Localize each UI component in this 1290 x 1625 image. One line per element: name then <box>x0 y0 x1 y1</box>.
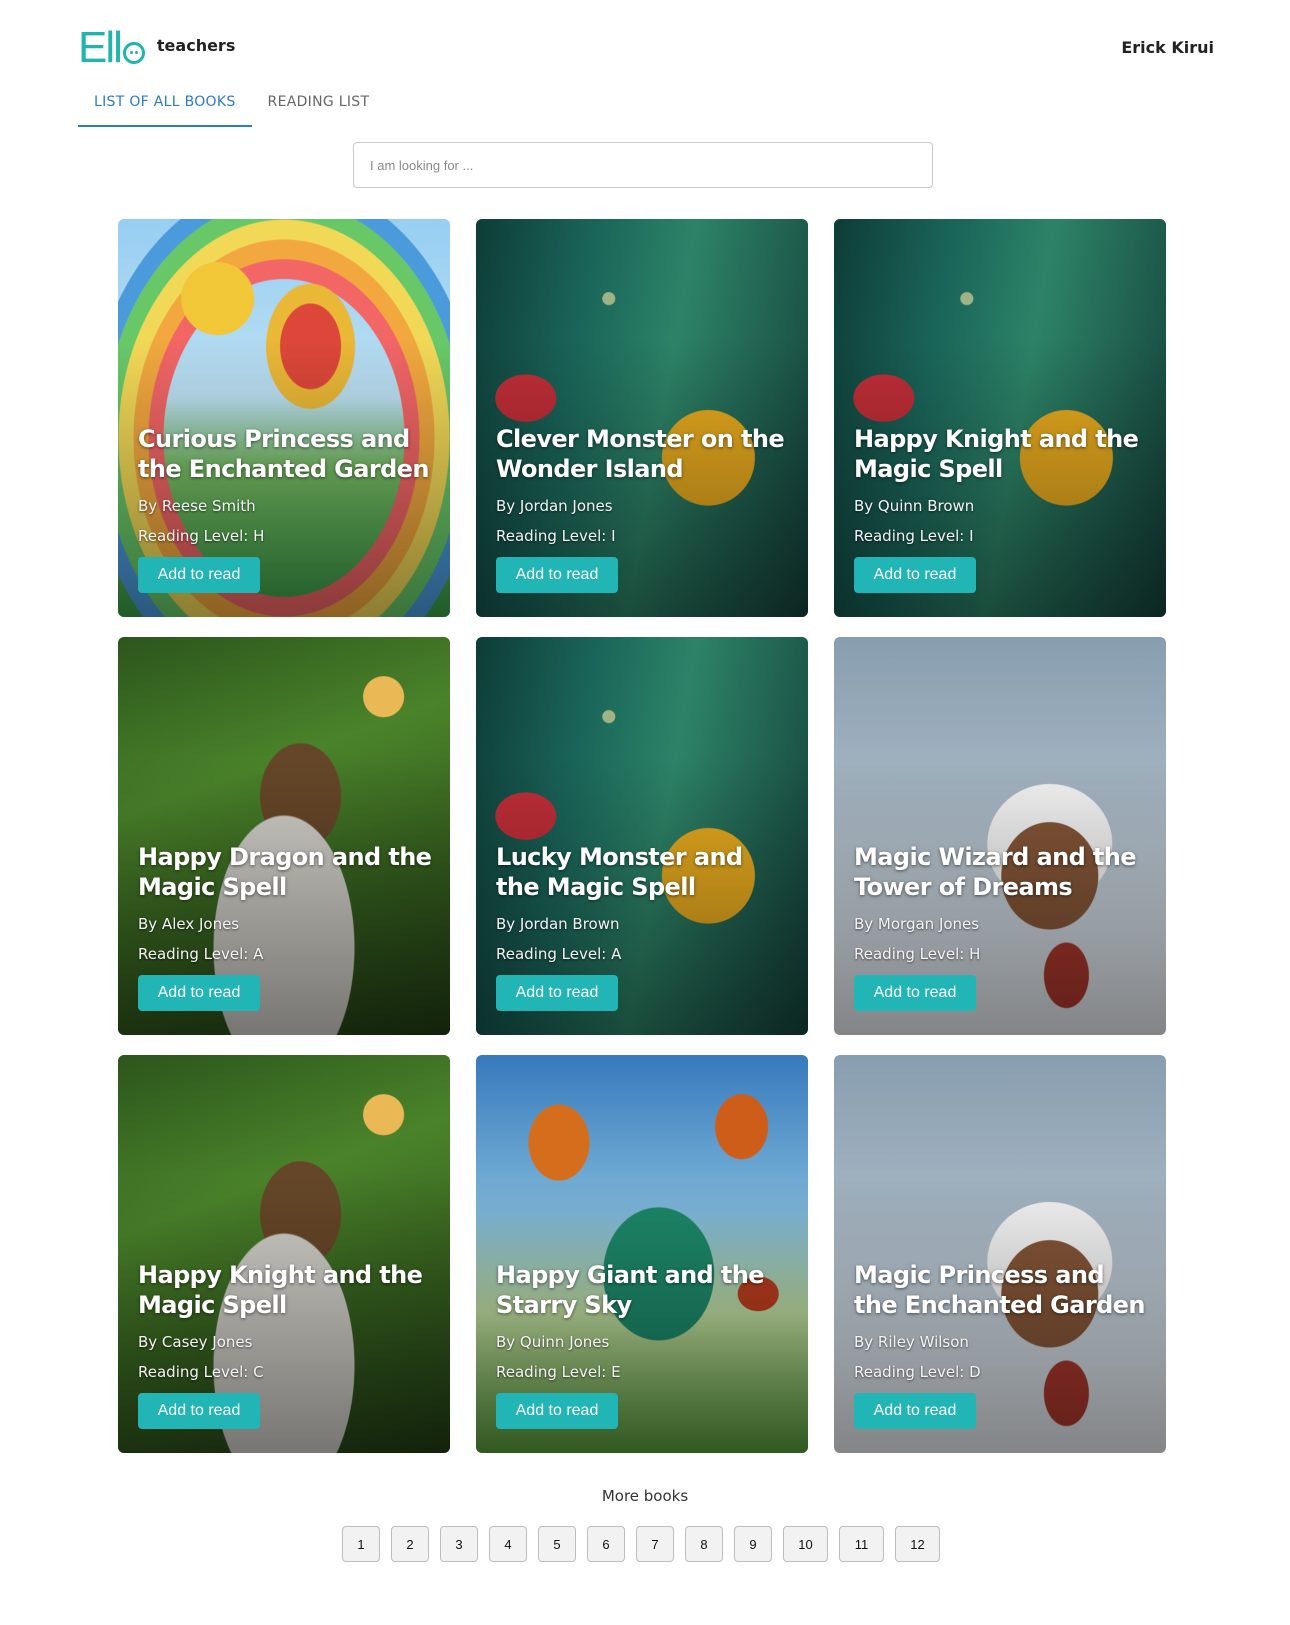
add-to-read-button[interactable]: Add to read <box>854 557 976 593</box>
add-to-read-button[interactable]: Add to read <box>496 557 618 593</box>
add-to-read-button[interactable]: Add to read <box>854 1393 976 1429</box>
page-button[interactable]: 6 <box>587 1526 625 1562</box>
book-card-content: Magic Princess and the Enchanted Garden B… <box>854 1260 1150 1429</box>
book-card-content: Happy Knight and the Magic Spell By Quinn… <box>854 424 1150 593</box>
add-to-read-button[interactable]: Add to read <box>138 557 260 593</box>
book-card-content: Happy Dragon and the Magic Spell By Alex … <box>138 842 434 1011</box>
logo-mark: Ell <box>78 24 145 72</box>
book-card-content: Happy Knight and the Magic Spell By Casey… <box>138 1260 434 1429</box>
add-to-read-button[interactable]: Add to read <box>854 975 976 1011</box>
logo-mark-text: Ell <box>78 23 123 72</box>
smiley-icon <box>122 42 145 64</box>
add-to-read-button[interactable]: Add to read <box>496 975 618 1011</box>
book-reading-level: Reading Level: I <box>854 527 974 545</box>
book-card-content: Lucky Monster and the Magic Spell By Jord… <box>496 842 792 1011</box>
user-name[interactable]: Erick Kirui <box>1121 38 1214 57</box>
book-card[interactable]: Happy Giant and the Starry Sky By Quinn J… <box>476 1055 808 1453</box>
book-title: Happy Giant and the Starry Sky <box>496 1261 765 1319</box>
add-to-read-button[interactable]: Add to read <box>138 975 260 1011</box>
page-button[interactable]: 11 <box>839 1526 884 1562</box>
app-header: Ell teachers Erick Kirui <box>78 24 1214 72</box>
book-card-content: Magic Wizard and the Tower of Dreams By M… <box>854 842 1150 1011</box>
page-button[interactable]: 1 <box>342 1526 380 1562</box>
book-author: By Reese Smith <box>138 497 256 515</box>
book-card[interactable]: Happy Dragon and the Magic Spell By Alex … <box>118 637 450 1035</box>
book-author: By Riley Wilson <box>854 1333 969 1351</box>
book-card[interactable]: Happy Knight and the Magic Spell By Quinn… <box>834 219 1166 617</box>
book-reading-level: Reading Level: E <box>496 1363 621 1381</box>
logo-text: teachers <box>156 35 236 55</box>
add-to-read-button[interactable]: Add to read <box>496 1393 618 1429</box>
book-title: Magic Wizard and the Tower of Dreams <box>854 843 1137 901</box>
book-title: Clever Monster on the Wonder Island <box>496 425 785 483</box>
page-button[interactable]: 5 <box>538 1526 576 1562</box>
book-reading-level: Reading Level: A <box>138 945 264 963</box>
book-card[interactable]: Magic Princess and the Enchanted Garden B… <box>834 1055 1166 1453</box>
book-author: By Quinn Brown <box>854 497 975 515</box>
book-card[interactable]: Happy Knight and the Magic Spell By Casey… <box>118 1055 450 1453</box>
book-reading-level: Reading Level: D <box>854 1363 981 1381</box>
book-reading-level: Reading Level: C <box>138 1363 264 1381</box>
tab-bar: LIST OF ALL BOOKS READING LIST <box>78 88 385 128</box>
book-title: Magic Princess and the Enchanted Garden <box>854 1261 1145 1319</box>
tab-reading-list[interactable]: READING LIST <box>252 88 386 127</box>
page-button[interactable]: 7 <box>636 1526 674 1562</box>
pagination: 1 2 3 4 5 6 7 8 9 10 11 12 <box>342 1526 951 1562</box>
book-card[interactable]: Lucky Monster and the Magic Spell By Jord… <box>476 637 808 1035</box>
book-author: By Quinn Jones <box>496 1333 610 1351</box>
book-title: Happy Knight and the Magic Spell <box>138 1261 423 1319</box>
book-reading-level: Reading Level: H <box>854 945 981 963</box>
book-title: Lucky Monster and the Magic Spell <box>496 843 743 901</box>
book-reading-level: Reading Level: I <box>496 527 616 545</box>
book-title: Happy Knight and the Magic Spell <box>854 425 1139 483</box>
book-card[interactable]: Curious Princess and the Enchanted Garde… <box>118 219 450 617</box>
book-grid: Curious Princess and the Enchanted Garde… <box>118 219 1166 1453</box>
page-button[interactable]: 2 <box>391 1526 429 1562</box>
page-button[interactable]: 10 <box>783 1526 828 1562</box>
book-card[interactable]: Clever Monster on the Wonder Island By Jo… <box>476 219 808 617</box>
page-button[interactable]: 8 <box>685 1526 723 1562</box>
book-card-content: Happy Giant and the Starry Sky By Quinn J… <box>496 1260 792 1429</box>
page-button[interactable]: 12 <box>895 1526 940 1562</box>
book-reading-level: Reading Level: A <box>496 945 622 963</box>
search-input[interactable] <box>353 142 933 188</box>
book-author: By Alex Jones <box>138 915 240 933</box>
add-to-read-button[interactable]: Add to read <box>138 1393 260 1429</box>
book-card-content: Curious Princess and the Enchanted Garde… <box>138 424 434 593</box>
ello-logo[interactable]: Ell teachers <box>78 24 235 72</box>
page-button[interactable]: 4 <box>489 1526 527 1562</box>
page-button[interactable]: 9 <box>734 1526 772 1562</box>
book-title: Curious Princess and the Enchanted Garde… <box>138 425 429 483</box>
book-author: By Jordan Jones <box>496 497 613 515</box>
book-reading-level: Reading Level: H <box>138 527 265 545</box>
search-container <box>353 142 933 188</box>
book-author: By Jordan Brown <box>496 915 620 933</box>
book-author: By Casey Jones <box>138 1333 253 1351</box>
more-books-label: More books <box>601 1487 689 1505</box>
tab-list-of-all-books[interactable]: LIST OF ALL BOOKS <box>78 88 252 127</box>
page-button[interactable]: 3 <box>440 1526 478 1562</box>
book-card-content: Clever Monster on the Wonder Island By Jo… <box>496 424 792 593</box>
book-card[interactable]: Magic Wizard and the Tower of Dreams By M… <box>834 637 1166 1035</box>
book-title: Happy Dragon and the Magic Spell <box>138 843 432 901</box>
book-author: By Morgan Jones <box>854 915 980 933</box>
